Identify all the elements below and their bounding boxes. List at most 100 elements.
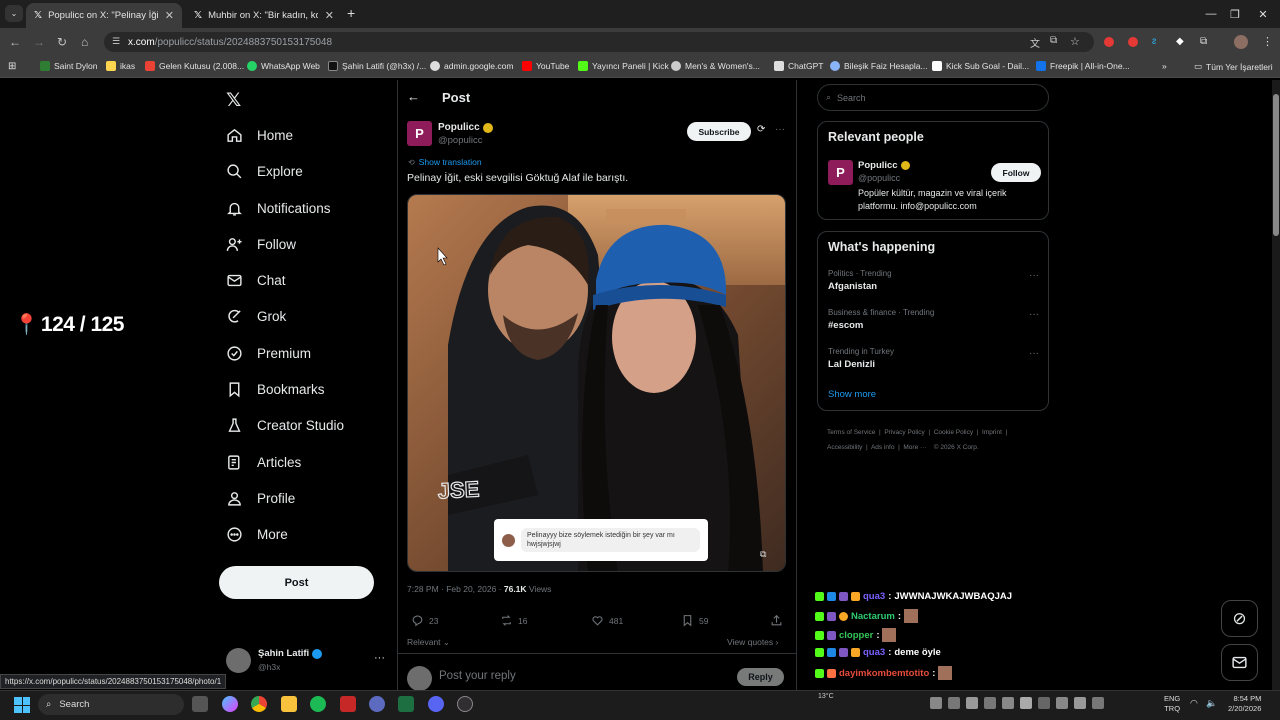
address-bar[interactable]: ☰ x.com/populicc/status/2024883750153175… bbox=[104, 32, 1094, 52]
clock[interactable]: 8:54 PM 2/20/2026 bbox=[1228, 694, 1261, 714]
nav-grok[interactable]: Grok bbox=[226, 308, 286, 325]
account-switcher[interactable]: Şahin Latifi @h3x ··· bbox=[226, 646, 386, 674]
nav-bookmarks[interactable]: Bookmarks bbox=[226, 381, 325, 398]
tab-muhbir[interactable]: 𝕏 Muhbir on X: "Bir kadın, ko ✕ bbox=[186, 3, 342, 28]
nav-creator-studio[interactable]: Creator Studio bbox=[226, 417, 344, 434]
close-tab-icon[interactable]: ✕ bbox=[325, 9, 334, 22]
new-tab-button[interactable]: + bbox=[347, 5, 355, 21]
scrollbar[interactable] bbox=[1272, 80, 1280, 690]
nav-notifications[interactable]: Notifications bbox=[226, 200, 331, 217]
footer-link[interactable]: More ··· bbox=[903, 444, 926, 451]
back-button[interactable]: ← bbox=[407, 89, 420, 104]
nav-articles[interactable]: Articles bbox=[226, 454, 301, 471]
author-name[interactable]: Populicc bbox=[438, 122, 480, 133]
tab-populicc[interactable]: 𝕏 Populicc on X: "Pelinay İğit, eski ✕ bbox=[26, 3, 182, 28]
wifi-icon[interactable]: ◠ bbox=[1190, 698, 1198, 709]
image-alt-icon[interactable]: ⧉ bbox=[760, 549, 766, 560]
bookmark-item[interactable]: Men's & Women's... bbox=[671, 61, 760, 71]
bookmark-item[interactable]: Freepik | All-in-One... bbox=[1036, 61, 1130, 71]
nav-home[interactable]: Home bbox=[226, 127, 293, 144]
menu-icon[interactable]: ⋮ bbox=[1262, 35, 1273, 48]
all-bookmarks-folder[interactable]: ▭ Tüm Yer İşaretleri bbox=[1194, 61, 1273, 72]
extension-icon[interactable]: ◆ bbox=[1176, 36, 1184, 47]
account-more-icon[interactable]: ··· bbox=[374, 652, 385, 664]
trend-item[interactable]: Trending in Turkey Lal Denizli bbox=[828, 347, 1040, 370]
extension-icon[interactable] bbox=[1128, 37, 1138, 47]
footer-link[interactable]: Cookie Policy bbox=[934, 429, 973, 436]
taskbar-search[interactable]: ⌕ Search bbox=[38, 694, 184, 715]
close-tab-icon[interactable]: ✕ bbox=[165, 9, 174, 22]
bookmark-item[interactable]: Kick Sub Goal - Dail... bbox=[932, 61, 1029, 71]
tab-search-button[interactable]: ⌄ bbox=[5, 5, 23, 22]
obs-icon[interactable] bbox=[457, 696, 473, 712]
volume-icon[interactable]: 🔈 bbox=[1206, 698, 1217, 709]
star-icon[interactable]: ☆ bbox=[1070, 35, 1080, 48]
weather-widget[interactable]: 13°C bbox=[818, 693, 834, 700]
author-avatar[interactable]: P bbox=[407, 121, 432, 146]
trend-more-icon[interactable]: ··· bbox=[1029, 270, 1039, 281]
footer-link[interactable]: Privacy Policy bbox=[884, 429, 924, 436]
footer-link[interactable]: Ads info bbox=[871, 444, 895, 451]
search-input[interactable]: ⌕ Search bbox=[817, 84, 1049, 111]
discord-icon[interactable] bbox=[428, 696, 444, 712]
bookmark-item[interactable]: ChatGPT bbox=[774, 61, 823, 71]
extension-icon[interactable]: ᴤ bbox=[1152, 36, 1156, 47]
bookmark-item[interactable]: Bileşik Faiz Hesapla... bbox=[830, 61, 928, 71]
chrome-icon[interactable] bbox=[251, 696, 267, 712]
bookmark-item[interactable]: Yayıncı Paneli | Kick bbox=[578, 61, 669, 71]
trend-more-icon[interactable]: ··· bbox=[1029, 309, 1039, 320]
install-icon[interactable]: ⧉ bbox=[1050, 35, 1057, 46]
bookmarks-overflow-icon[interactable]: » bbox=[1162, 61, 1167, 71]
language-indicator[interactable]: ENG TRQ bbox=[1164, 694, 1180, 714]
trend-item[interactable]: Politics · Trending Afganistan bbox=[828, 269, 1040, 292]
reload-icon[interactable]: ↻ bbox=[57, 35, 67, 49]
post-image[interactable]: JSE Pelinayyy bize söylemek istediğin bi… bbox=[407, 194, 786, 572]
x-logo-icon[interactable]: 𝕏 bbox=[226, 89, 241, 112]
author-handle[interactable]: @populicc bbox=[438, 135, 483, 146]
reply-button[interactable]: Reply bbox=[737, 668, 784, 686]
show-translation-link[interactable]: ⟲ Show translation bbox=[408, 157, 482, 167]
subscribe-button[interactable]: Subscribe bbox=[687, 122, 751, 141]
trend-item[interactable]: Business & finance · Trending #escom bbox=[828, 308, 1040, 331]
reply-input[interactable]: Post your reply bbox=[439, 670, 516, 682]
bookmark-item[interactable]: admin.google.com bbox=[430, 61, 513, 71]
follow-button[interactable]: Follow bbox=[991, 163, 1041, 182]
back-icon[interactable]: ← bbox=[9, 35, 21, 49]
like-action[interactable]: 481 bbox=[591, 614, 623, 627]
apps-icon[interactable]: ⊞ bbox=[8, 61, 16, 72]
post-more-icon[interactable]: ··· bbox=[775, 124, 785, 135]
file-explorer-icon[interactable] bbox=[281, 696, 297, 712]
person-name[interactable]: Populicc bbox=[858, 160, 898, 171]
bookmark-action[interactable]: 59 bbox=[681, 614, 708, 627]
nav-premium[interactable]: Premium bbox=[226, 345, 311, 362]
task-view-icon[interactable] bbox=[192, 696, 208, 712]
person-avatar[interactable]: P bbox=[828, 160, 853, 185]
extensions-puzzle-icon[interactable]: ⧉ bbox=[1200, 36, 1207, 47]
bookmark-item[interactable]: Şahin Latifi (@h3x) /... bbox=[328, 61, 426, 71]
reply-action[interactable]: 23 bbox=[411, 614, 438, 627]
nav-chat[interactable]: Chat bbox=[226, 272, 286, 289]
grok-icon[interactable]: ⟳ bbox=[757, 124, 765, 135]
trend-more-icon[interactable]: ··· bbox=[1029, 348, 1039, 359]
bookmark-item[interactable]: Saint Dylon bbox=[40, 61, 97, 71]
view-quotes-link[interactable]: View quotes › bbox=[727, 637, 778, 647]
spotify-icon[interactable] bbox=[310, 696, 326, 712]
bookmark-item[interactable]: YouTube bbox=[522, 61, 569, 71]
nav-follow[interactable]: Follow bbox=[226, 236, 296, 253]
extension-icon[interactable] bbox=[1104, 37, 1114, 47]
close-window-button[interactable]: ✕ bbox=[1240, 0, 1280, 28]
repost-action[interactable]: 16 bbox=[500, 614, 527, 627]
scrollbar-thumb[interactable] bbox=[1273, 94, 1279, 236]
translate-icon[interactable]: 文 bbox=[1030, 35, 1040, 50]
bookmark-item[interactable]: ikas bbox=[106, 61, 135, 71]
site-info-icon[interactable]: ☰ bbox=[112, 36, 120, 47]
show-more-link[interactable]: Show more bbox=[828, 389, 876, 400]
bookmark-item[interactable]: WhatsApp Web bbox=[247, 61, 320, 71]
messages-floating-button[interactable] bbox=[1221, 644, 1258, 681]
nav-more[interactable]: More bbox=[226, 526, 288, 543]
excel-icon[interactable] bbox=[398, 696, 414, 712]
system-tray-icons[interactable] bbox=[930, 697, 1150, 711]
sort-relevant-dropdown[interactable]: Relevant ⌄ bbox=[407, 637, 450, 648]
grok-floating-button[interactable]: ⊘ bbox=[1221, 600, 1258, 637]
settings-icon[interactable] bbox=[369, 696, 385, 712]
